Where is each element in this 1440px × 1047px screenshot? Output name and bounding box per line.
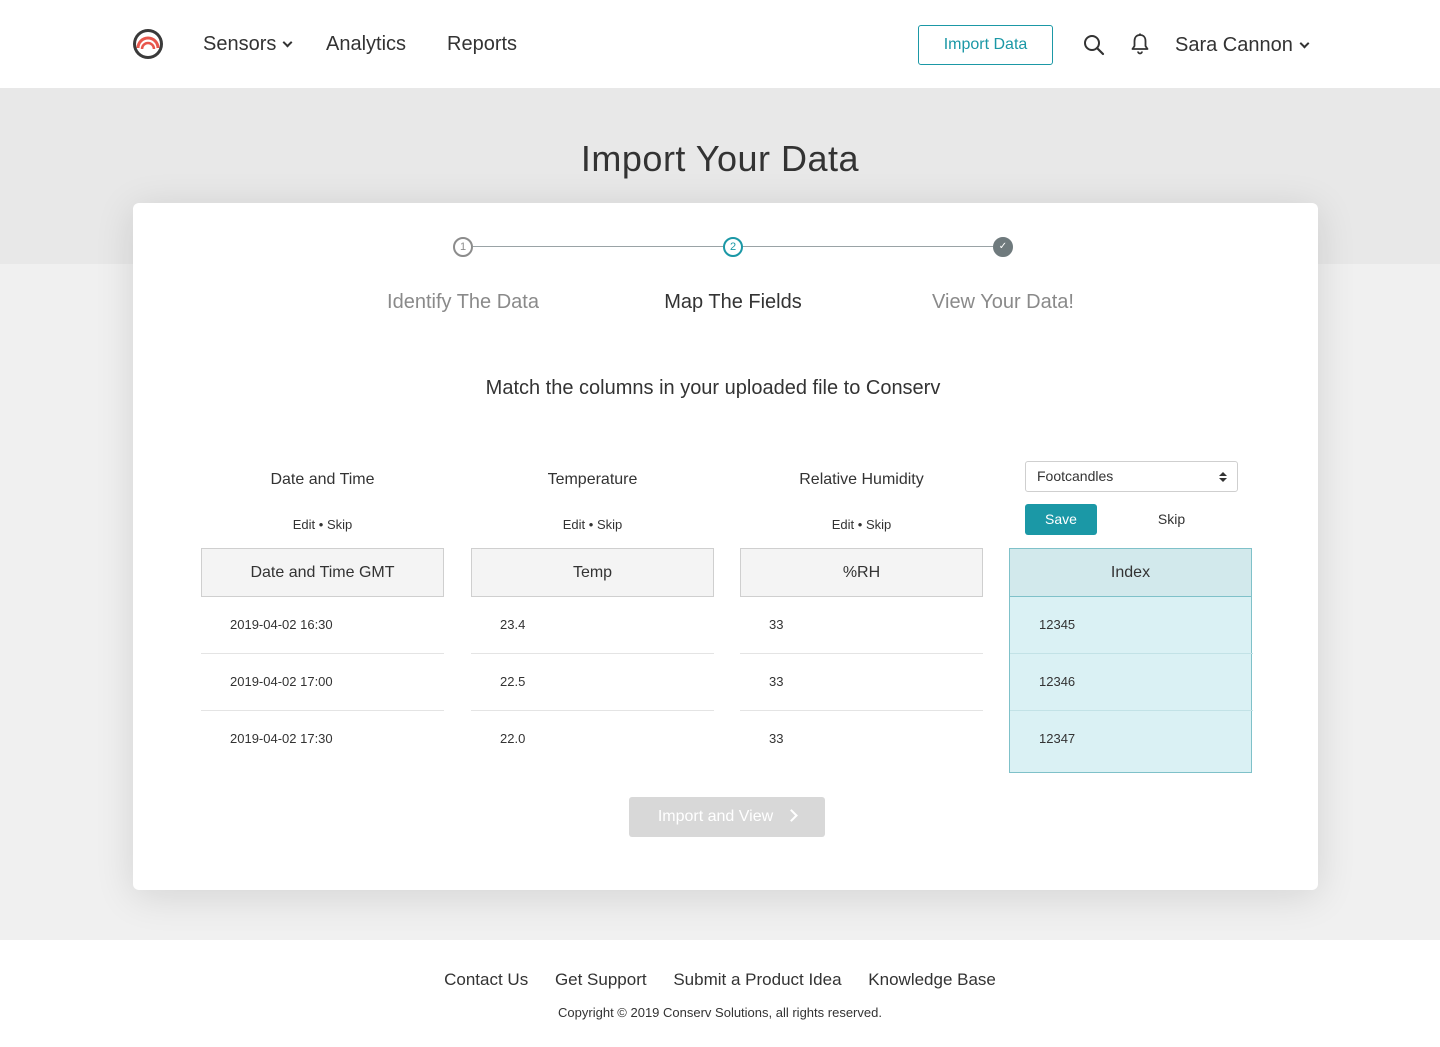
field-type-select-value: Footcandles xyxy=(1037,468,1114,484)
skip-link[interactable]: Skip xyxy=(327,517,352,532)
column-actions: Edit • Skip xyxy=(740,517,983,535)
search-icon[interactable] xyxy=(1083,34,1105,56)
column-actions: Edit • Skip xyxy=(201,517,444,535)
separator: • xyxy=(588,517,594,532)
footer-link-knowledge-base[interactable]: Knowledge Base xyxy=(868,970,996,989)
table-cell: 12345 xyxy=(1010,597,1253,654)
footer: Contact Us Get Support Submit a Product … xyxy=(0,940,1440,1047)
notification-bell-icon[interactable] xyxy=(1130,33,1150,55)
nav-reports[interactable]: Reports xyxy=(447,32,517,56)
page-title: Import Your Data xyxy=(580,138,860,179)
mapping-column-temperature: Temperature Edit • Skip Temp 23.4 22.5 2… xyxy=(471,461,714,746)
column-mapped-title: Date and Time xyxy=(270,471,375,488)
footer-link-contact[interactable]: Contact Us xyxy=(444,970,528,989)
skip-button[interactable]: Skip xyxy=(1144,504,1199,535)
edit-link[interactable]: Edit xyxy=(293,517,315,532)
chevron-right-icon xyxy=(785,809,799,822)
table-cell: 22.5 xyxy=(471,654,714,711)
import-and-view-label: Import and View xyxy=(657,808,774,825)
edit-link[interactable]: Edit xyxy=(563,517,585,532)
nav-sensors[interactable]: Sensors xyxy=(203,32,293,56)
step-3-label[interactable]: View Your Data! xyxy=(883,291,1123,314)
copyright: Copyright © 2019 Conserv Solutions, all … xyxy=(558,1005,882,1020)
conserv-logo-icon[interactable] xyxy=(132,28,164,60)
column-actions: Edit • Skip xyxy=(471,517,714,535)
footer-links: Contact Us Get Support Submit a Product … xyxy=(0,970,1440,990)
table-cell: 2019-04-02 17:30 xyxy=(230,731,333,746)
table-cell: 2019-04-02 17:00 xyxy=(201,654,444,711)
chevron-down-icon xyxy=(1299,38,1310,49)
table-cell: 23.4 xyxy=(471,597,714,654)
active-column-body: 12345 12346 12347 xyxy=(1009,597,1253,773)
stepper-connector xyxy=(473,246,723,247)
column-mapped-title: Relative Humidity xyxy=(799,471,924,488)
step-1-indicator[interactable]: 1 xyxy=(453,237,473,257)
skip-link[interactable]: Skip xyxy=(597,517,622,532)
column-header: Index xyxy=(1009,548,1252,597)
user-name: Sara Cannon xyxy=(1175,34,1293,56)
chevron-down-icon xyxy=(282,37,293,48)
separator: • xyxy=(318,517,324,532)
footer-link-support[interactable]: Get Support xyxy=(555,970,647,989)
nav-sensors-label: Sensors xyxy=(203,33,277,55)
import-data-button[interactable]: Import Data xyxy=(918,25,1053,65)
nav-analytics[interactable]: Analytics xyxy=(326,32,406,56)
skip-link[interactable]: Skip xyxy=(866,517,891,532)
step-3-check-icon[interactable]: ✓ xyxy=(993,237,1013,257)
column-header: Temp xyxy=(471,548,714,597)
step-2-indicator[interactable]: 2 xyxy=(723,237,743,257)
step-2-label[interactable]: Map The Fields xyxy=(613,291,853,314)
mapping-column-date-time: Date and Time Edit • Skip Date and Time … xyxy=(201,461,444,746)
column-header: %RH xyxy=(740,548,983,597)
table-cell: 33 xyxy=(769,731,784,746)
import-and-view-button[interactable]: Import and View xyxy=(629,797,825,837)
field-type-select[interactable]: Footcandles xyxy=(1025,461,1238,492)
import-card: 1 2 ✓ Identify The Data Map The Fields V… xyxy=(133,203,1318,890)
table-cell: 33 xyxy=(740,597,983,654)
user-menu[interactable]: Sara Cannon xyxy=(1175,33,1310,57)
separator: • xyxy=(857,517,863,532)
column-mapped-title: Temperature xyxy=(547,471,638,488)
footer-link-product-idea[interactable]: Submit a Product Idea xyxy=(673,970,841,989)
save-button[interactable]: Save xyxy=(1025,504,1097,535)
mapping-column-humidity: Relative Humidity Edit • Skip %RH 33 33 … xyxy=(740,461,983,746)
edit-link[interactable]: Edit xyxy=(832,517,854,532)
table-cell: 2019-04-02 16:30 xyxy=(201,597,444,654)
table-cell: 12347 xyxy=(1039,731,1076,746)
step-1-label[interactable]: Identify The Data xyxy=(343,291,583,314)
select-arrows-icon xyxy=(1219,472,1227,482)
stepper-connector xyxy=(742,246,993,247)
table-cell: 12346 xyxy=(1010,654,1253,711)
column-header: Date and Time GMT xyxy=(201,548,444,597)
table-cell: 33 xyxy=(740,654,983,711)
top-navigation-bar: Sensors Analytics Reports Import Data Sa… xyxy=(0,0,1440,88)
instruction-text: Match the columns in your uploaded file … xyxy=(485,377,941,399)
table-cell: 22.0 xyxy=(500,731,526,746)
